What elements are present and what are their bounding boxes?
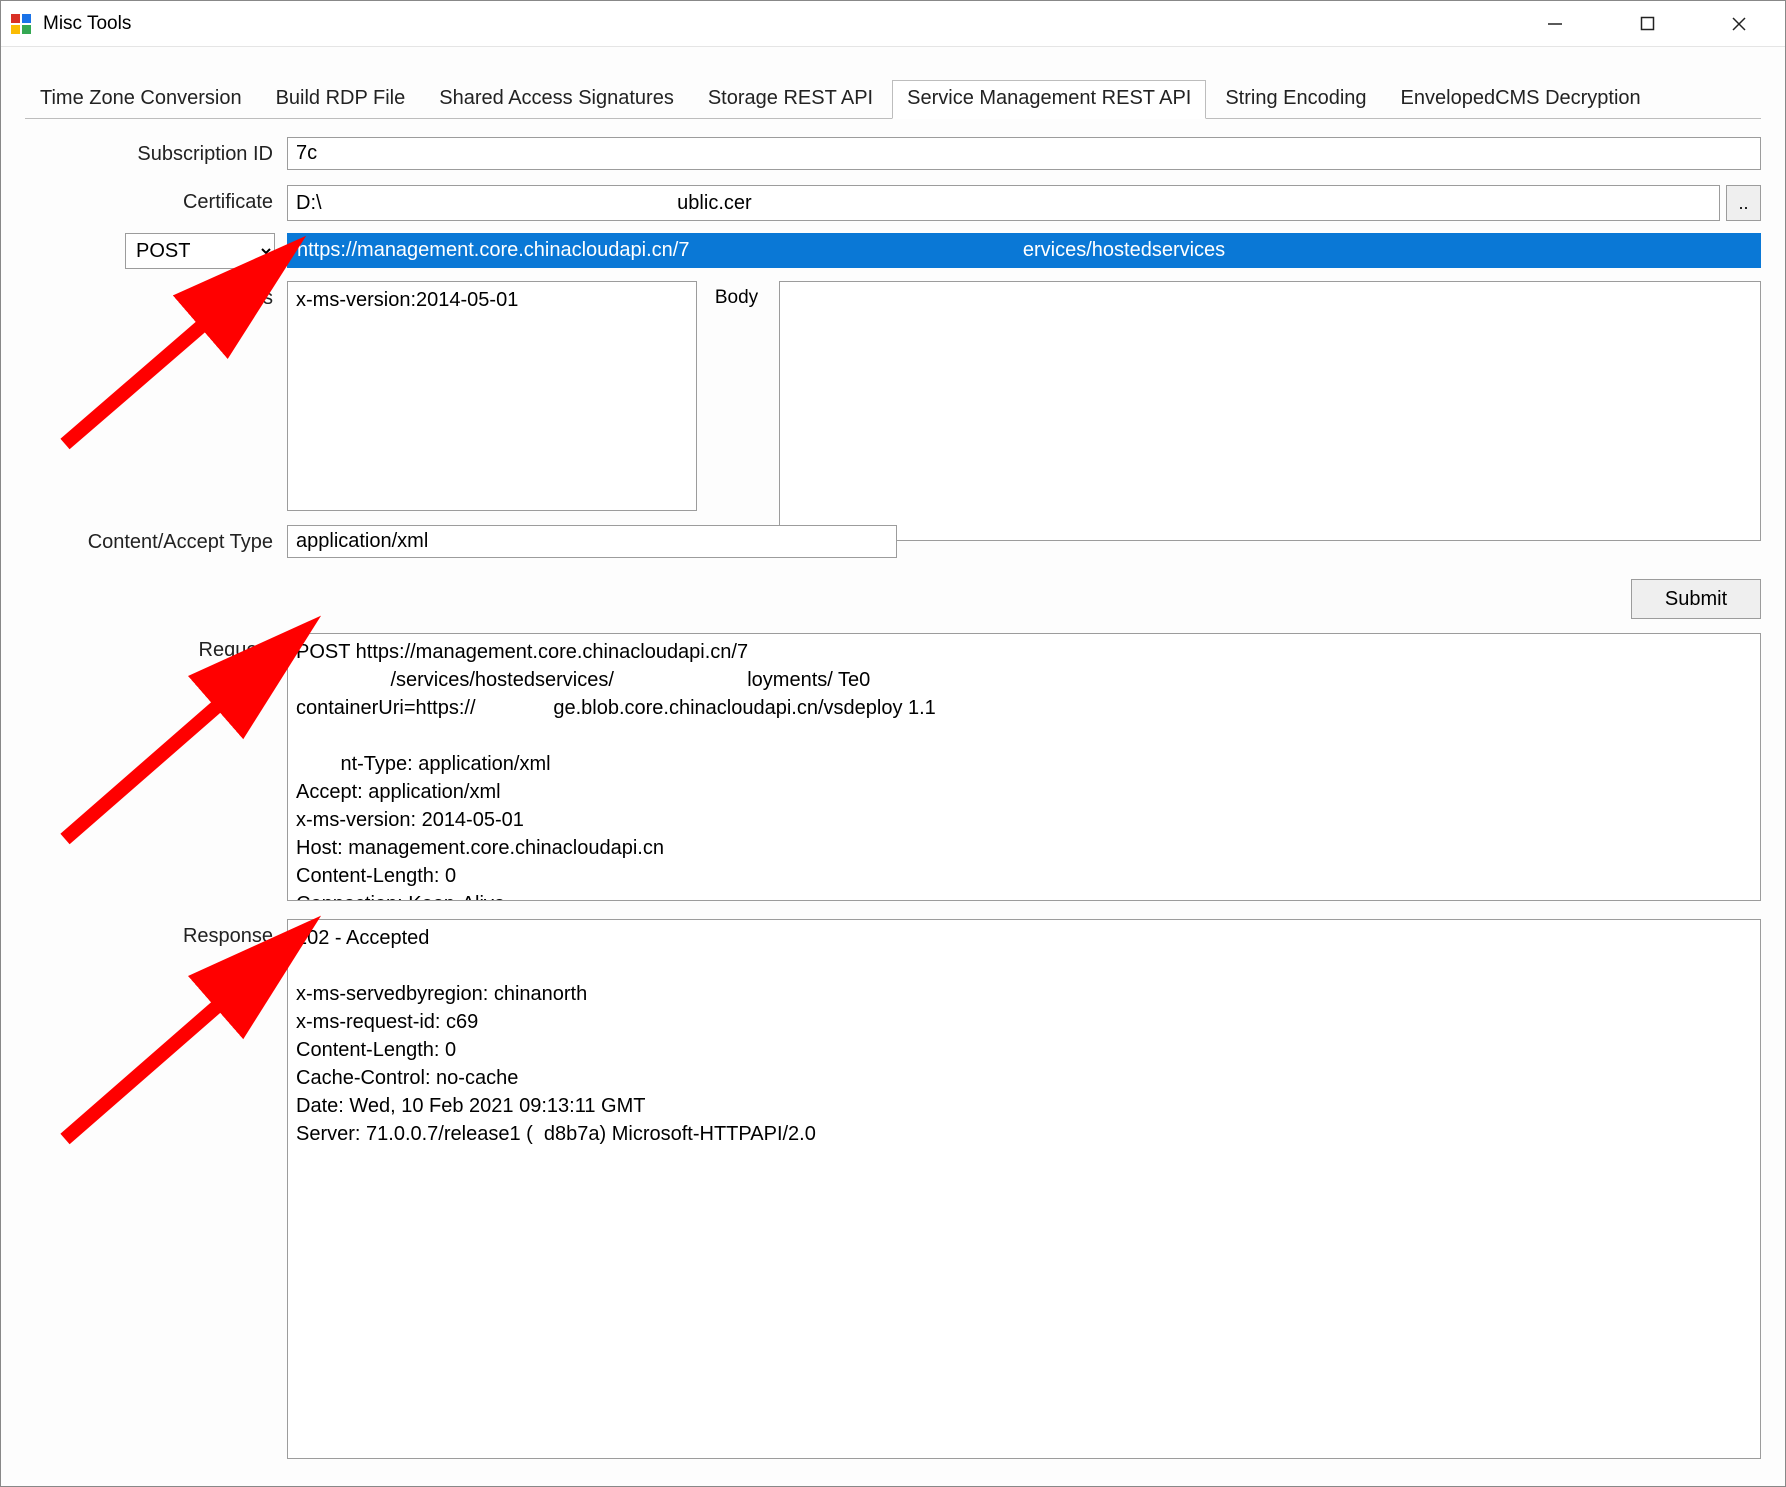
submit-button[interactable]: Submit	[1631, 579, 1761, 619]
content-type-input[interactable]	[287, 525, 897, 558]
tab-enveloped-cms-decryption[interactable]: EnvelopedCMS Decryption	[1386, 80, 1656, 118]
row-content-type: Content/Accept Type	[25, 525, 1761, 561]
tab-panel: Subscription ID Certificate .. POST	[25, 129, 1761, 1462]
row-method-url: POST	[25, 233, 1761, 269]
minimize-button[interactable]	[1525, 4, 1585, 44]
label-content-type: Content/Accept Type	[25, 531, 287, 554]
row-certificate: Certificate ..	[25, 185, 1761, 221]
request-textarea[interactable]	[287, 633, 1761, 901]
tab-string-encoding[interactable]: String Encoding	[1210, 80, 1381, 118]
body-textarea[interactable]	[779, 281, 1761, 541]
tab-storage-rest-api[interactable]: Storage REST API	[693, 80, 888, 118]
label-body: Body	[715, 281, 761, 511]
row-response: Response	[25, 919, 1761, 1462]
app-icon	[9, 12, 33, 36]
response-textarea[interactable]	[287, 919, 1761, 1459]
label-certificate: Certificate	[25, 191, 287, 214]
tab-service-management-rest-api[interactable]: Service Management REST API	[892, 80, 1206, 119]
certificate-path-input[interactable]	[287, 185, 1720, 221]
app-window: Misc Tools Time Zone Conversion Build RD…	[0, 0, 1786, 1487]
request-url-input[interactable]	[287, 233, 1761, 268]
headers-textarea[interactable]	[287, 281, 697, 511]
maximize-button[interactable]	[1617, 4, 1677, 44]
titlebar: Misc Tools	[1, 1, 1785, 47]
row-request: Request	[25, 633, 1761, 901]
http-method-select[interactable]: POST	[125, 233, 275, 269]
tab-build-rdp-file[interactable]: Build RDP File	[261, 80, 421, 118]
close-button[interactable]	[1709, 4, 1769, 44]
window-title: Misc Tools	[43, 13, 131, 35]
tabstrip: Time Zone Conversion Build RDP File Shar…	[25, 77, 1761, 119]
row-headers-body: Headers Body	[25, 281, 1761, 511]
label-headers: Headers	[25, 287, 287, 310]
label-request: Request	[25, 639, 287, 662]
client-area: Time Zone Conversion Build RDP File Shar…	[1, 47, 1785, 1486]
label-subscription-id: Subscription ID	[25, 143, 287, 166]
tab-time-zone-conversion[interactable]: Time Zone Conversion	[25, 80, 257, 118]
row-subscription-id: Subscription ID	[25, 137, 1761, 173]
subscription-id-input[interactable]	[287, 137, 1761, 170]
certificate-browse-button[interactable]: ..	[1726, 185, 1761, 221]
label-response: Response	[25, 925, 287, 948]
window-controls	[1525, 4, 1769, 44]
tab-shared-access-signatures[interactable]: Shared Access Signatures	[424, 80, 689, 118]
